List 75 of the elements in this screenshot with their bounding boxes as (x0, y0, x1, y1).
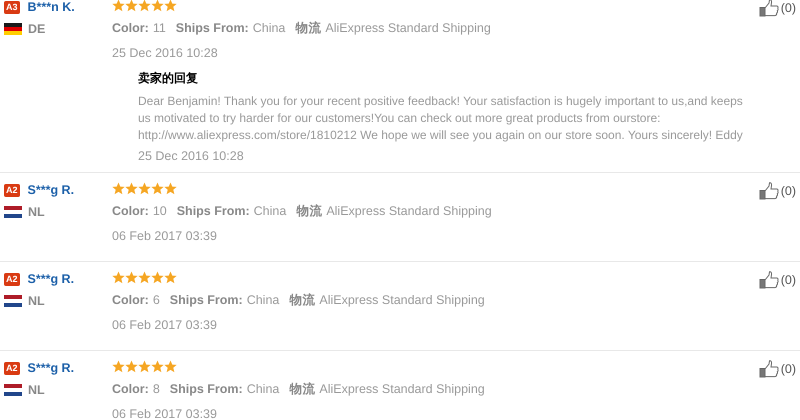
attribute-value: China (254, 204, 286, 218)
attribute-value: China (246, 293, 280, 307)
user-name[interactable]: S***g R. (28, 272, 74, 286)
reply-title: 卖家的回复 (138, 70, 199, 87)
review-date: 06 Feb 2017 03:39 (112, 318, 218, 332)
country-code: DE (28, 22, 46, 36)
flag-icon (4, 23, 22, 35)
star-icon (138, 182, 151, 195)
thumbs-up-icon (758, 271, 779, 289)
star-icon (125, 360, 138, 373)
star-icon (125, 182, 138, 195)
helpful-button[interactable]: (0) (758, 0, 796, 17)
attribute-value: AliExpress Standard Shipping (319, 382, 485, 396)
attribute-label: Color: (112, 293, 149, 307)
level-badge: A3 (4, 0, 20, 14)
flag-icon (4, 295, 22, 307)
star-icon (125, 271, 138, 284)
attribute-value: AliExpress Standard Shipping (326, 204, 492, 218)
country-code: NL (28, 294, 45, 308)
helpful-button[interactable]: (0) (758, 360, 796, 378)
star-icon (138, 0, 151, 12)
level-badge: A2 (4, 272, 20, 286)
star-icon (151, 0, 164, 12)
attribute-value: 11 (152, 21, 166, 35)
star-icon (138, 271, 151, 284)
country-code: NL (28, 205, 45, 219)
review-date: 06 Feb 2017 03:39 (112, 229, 218, 243)
user-name[interactable]: S***g R. (28, 361, 74, 375)
star-icon (151, 182, 164, 195)
attribute-value: 10 (152, 204, 167, 218)
star-icon (112, 182, 125, 195)
attribute-label: Color: (112, 21, 149, 35)
attribute-label: 物流 (289, 292, 316, 309)
star-icon (164, 182, 177, 195)
attribute-value: China (246, 382, 280, 396)
attribute-value: 8 (152, 382, 160, 396)
star-icon (164, 360, 177, 373)
star-icon (112, 360, 125, 373)
flag-icon (4, 384, 22, 396)
user-name[interactable]: B***n K. (28, 0, 75, 14)
attribute-value: AliExpress Standard Shipping (325, 21, 491, 35)
country-code: NL (28, 383, 45, 397)
attribute-label: Ships From: (176, 204, 250, 218)
star-icon (138, 360, 151, 373)
level-badge: A2 (4, 184, 20, 196)
attribute-label: 物流 (295, 20, 322, 37)
attribute-label: 物流 (296, 203, 322, 220)
attribute-label: Color: (112, 382, 149, 396)
helpful-button[interactable]: (0) (758, 271, 796, 289)
review-date: 06 Feb 2017 03:39 (112, 407, 218, 420)
star-icon (112, 0, 125, 12)
attribute-value: AliExpress Standard Shipping (319, 293, 485, 307)
thumbs-up-icon (758, 0, 779, 17)
attribute-label: Ships From: (170, 293, 243, 307)
level-badge: A2 (4, 362, 20, 374)
attribute-value: China (252, 21, 286, 35)
reply-date: 25 Dec 2016 10:28 (138, 149, 245, 163)
user-name[interactable]: S***g R. (28, 183, 74, 197)
star-icon (125, 0, 138, 12)
star-icon (164, 0, 177, 12)
thumbs-up-icon (758, 360, 779, 378)
attribute-label: Color: (112, 204, 149, 218)
reply-text: Dear Benjamin! Thank you for your recent positive feedback! Your satisfaction is hugely important to us,and keeps us motivated to try harder for our customers!You can check out more great products from ourstore: http://www.aliexpress.com/store/1810212 We hope we will see you again on our store soon. Yours sincerely! Eddy (138, 93, 744, 144)
attribute-value: 6 (152, 293, 160, 307)
star-icon (112, 271, 125, 284)
attribute-label: Ships From: (176, 21, 249, 35)
thumbs-up-icon (758, 182, 779, 200)
attribute-label: Ships From: (170, 382, 243, 396)
helpful-button[interactable]: (0) (758, 182, 796, 200)
review-date: 25 Dec 2016 10:28 (112, 46, 219, 60)
attribute-label: 物流 (289, 381, 316, 398)
star-icon (151, 271, 164, 284)
star-icon (164, 271, 177, 284)
flag-icon (4, 206, 22, 218)
star-icon (151, 360, 164, 373)
